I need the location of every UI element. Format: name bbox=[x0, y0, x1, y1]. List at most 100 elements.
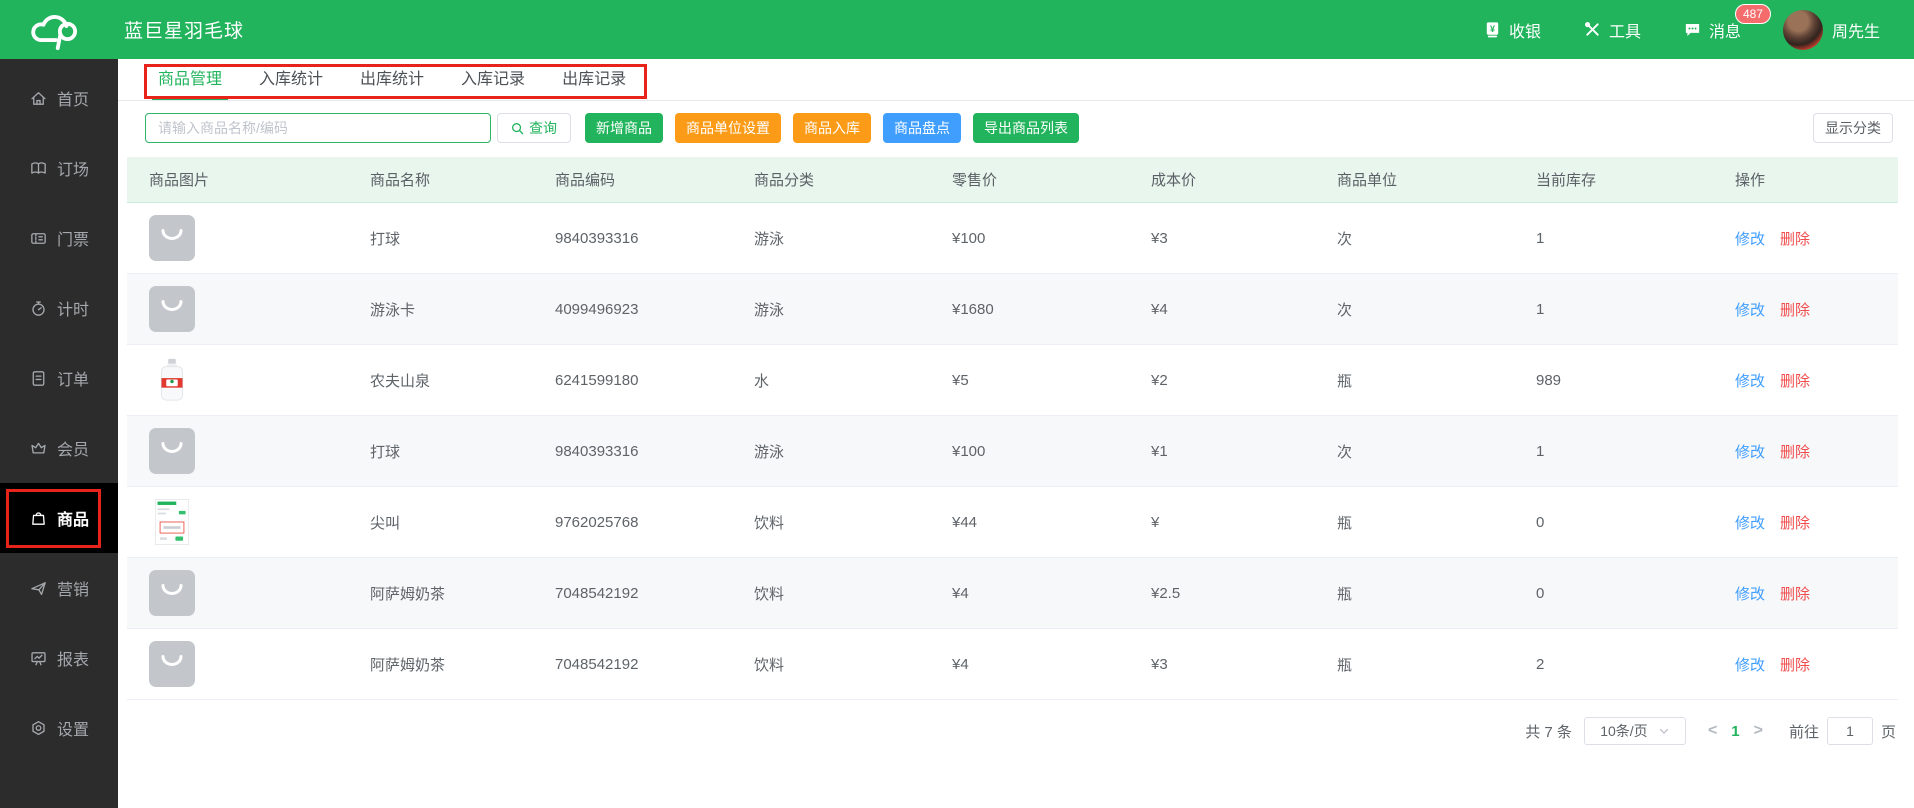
delete-link[interactable]: 删除 bbox=[1780, 441, 1810, 462]
column-header-name: 商品名称 bbox=[370, 172, 431, 189]
tab-outbound-stats[interactable]: 出库统计 bbox=[360, 59, 424, 100]
sidebar-item-timer[interactable]: 计时 bbox=[0, 273, 118, 343]
sidebar-item-report[interactable]: 报表 bbox=[0, 623, 118, 693]
sidebar-item-orders[interactable]: 订单 bbox=[0, 343, 118, 413]
cell-price: ¥44 bbox=[952, 513, 978, 531]
cell-stock: 2 bbox=[1536, 655, 1545, 673]
cell-name: 打球 bbox=[370, 443, 401, 461]
edit-link[interactable]: 修改 bbox=[1735, 583, 1765, 604]
show-category-button[interactable]: 显示分类 bbox=[1813, 113, 1893, 143]
sidebar-item-booking[interactable]: 订场 bbox=[0, 133, 118, 203]
cell-stock: 989 bbox=[1536, 371, 1562, 389]
cell-stock: 1 bbox=[1536, 229, 1545, 247]
products-table: 商品图片 商品名称 商品编码 商品分类 零售价 成本价 商品单位 当前库存 操作 打球 98403… bbox=[127, 157, 1898, 700]
add-product-button[interactable]: 新增商品 bbox=[585, 113, 663, 143]
tab-inbound-stats[interactable]: 入库统计 bbox=[259, 59, 323, 100]
table-row: 阿萨姆奶茶 7048542192 饮料 ¥4 ¥2.5 瓶 0 修改 删除 bbox=[127, 558, 1898, 629]
edit-link[interactable]: 修改 bbox=[1735, 441, 1765, 462]
search-input[interactable] bbox=[145, 113, 491, 143]
sidebar-item-label: 订场 bbox=[56, 162, 89, 179]
chevron-down-icon bbox=[1658, 725, 1670, 737]
crown-icon bbox=[29, 439, 48, 458]
tab-goods-management[interactable]: 商品管理 bbox=[151, 59, 229, 100]
tab-outbound-records[interactable]: 出库记录 bbox=[562, 59, 626, 100]
cell-price: ¥4 bbox=[952, 584, 969, 602]
search-button-label: 查询 bbox=[529, 120, 557, 136]
cashier-button[interactable]: ¥ 收银 bbox=[1483, 18, 1541, 42]
page-size-value: 10条/页 bbox=[1600, 723, 1648, 739]
cell-code: 9762025768 bbox=[555, 513, 639, 531]
ticket-icon bbox=[29, 229, 48, 248]
edit-link[interactable]: 修改 bbox=[1735, 512, 1765, 533]
main-content: 商品管理入库统计出库统计入库记录出库记录 查询 新增商品商品单位设置商品入库商品… bbox=[118, 59, 1914, 746]
cell-category: 游泳 bbox=[754, 443, 785, 461]
top-header: 蓝巨星羽毛球 ¥ 收银 工具 消息 487 周先生 bbox=[0, 0, 1914, 59]
delete-link[interactable]: 删除 bbox=[1780, 299, 1810, 320]
cell-name: 游泳卡 bbox=[370, 301, 416, 319]
cell-stock: 0 bbox=[1536, 513, 1545, 531]
delete-link[interactable]: 删除 bbox=[1780, 512, 1810, 533]
stocktake-button[interactable]: 商品盘点 bbox=[883, 113, 961, 143]
edit-link[interactable]: 修改 bbox=[1735, 228, 1765, 249]
cell-cost: ¥3 bbox=[1151, 655, 1168, 673]
cell-name: 阿萨姆奶茶 bbox=[370, 656, 446, 674]
sidebar-item-ticket[interactable]: 门票 bbox=[0, 203, 118, 273]
cell-actions: 修改 删除 bbox=[1713, 299, 1898, 320]
cell-price: ¥100 bbox=[952, 229, 986, 247]
app-root: 蓝巨星羽毛球 ¥ 收银 工具 消息 487 周先生 首页 订场 门票 计时 订单… bbox=[0, 0, 1914, 808]
paper-plane-icon bbox=[29, 579, 48, 598]
cell-name: 尖叫 bbox=[370, 514, 401, 532]
table-body: 打球 9840393316 游泳 ¥100 ¥3 次 1 修改 删除 游泳卡 4099496923 游… bbox=[127, 203, 1898, 700]
tab-inbound-records[interactable]: 入库记录 bbox=[461, 59, 525, 100]
edit-link[interactable]: 修改 bbox=[1735, 654, 1765, 675]
search-button[interactable]: 查询 bbox=[497, 113, 571, 143]
cell-stock: 0 bbox=[1536, 584, 1545, 602]
home-icon bbox=[29, 89, 48, 108]
bag-placeholder bbox=[149, 641, 195, 687]
bag-placeholder bbox=[149, 286, 195, 332]
brand-title: 蓝巨星羽毛球 bbox=[124, 21, 245, 42]
cell-image bbox=[127, 641, 348, 687]
sidebar-item-marketing[interactable]: 营销 bbox=[0, 553, 118, 623]
edit-link[interactable]: 修改 bbox=[1735, 299, 1765, 320]
document-icon bbox=[29, 369, 48, 388]
bag-icon bbox=[29, 509, 48, 528]
cell-unit: 瓶 bbox=[1337, 656, 1353, 674]
cell-unit: 次 bbox=[1337, 301, 1353, 319]
cell-cost: ¥2.5 bbox=[1151, 584, 1181, 602]
cell-unit: 瓶 bbox=[1337, 372, 1353, 390]
cell-image bbox=[127, 357, 348, 403]
prev-page-button[interactable]: < bbox=[1708, 722, 1717, 740]
cell-category: 游泳 bbox=[754, 301, 785, 319]
tools-button[interactable]: 工具 bbox=[1583, 18, 1641, 42]
delete-link[interactable]: 删除 bbox=[1780, 228, 1810, 249]
user-name: 周先生 bbox=[1831, 23, 1880, 41]
cell-unit: 瓶 bbox=[1337, 585, 1353, 603]
page-size-select[interactable]: 10条/页 bbox=[1583, 717, 1686, 745]
user-menu[interactable]: 周先生 bbox=[1782, 9, 1880, 50]
cell-price: ¥4 bbox=[952, 655, 969, 673]
delete-link[interactable]: 删除 bbox=[1780, 583, 1810, 604]
delete-link[interactable]: 删除 bbox=[1780, 370, 1810, 391]
current-page[interactable]: 1 bbox=[1731, 723, 1739, 740]
goto-page-input[interactable] bbox=[1826, 717, 1873, 745]
sidebar-item-member[interactable]: 会员 bbox=[0, 413, 118, 483]
sidebar-item-goods[interactable]: 商品 bbox=[0, 483, 118, 553]
sidebar-item-settings[interactable]: 设置 bbox=[0, 693, 118, 763]
tools-label: 工具 bbox=[1608, 23, 1641, 41]
bag-placeholder bbox=[149, 570, 195, 616]
user-avatar bbox=[1782, 9, 1823, 50]
sidebar-item-home[interactable]: 首页 bbox=[0, 63, 118, 133]
toolbar-buttons: 新增商品 商品单位设置 商品入库 商品盘点 导出商品列表 bbox=[585, 113, 1079, 143]
column-header-image: 商品图片 bbox=[149, 172, 210, 189]
edit-link[interactable]: 修改 bbox=[1735, 370, 1765, 391]
export-products-button[interactable]: 导出商品列表 bbox=[973, 113, 1079, 143]
message-count-badge: 487 bbox=[1734, 3, 1771, 24]
delete-link[interactable]: 删除 bbox=[1780, 654, 1810, 675]
water-bottle-photo bbox=[149, 357, 195, 403]
next-page-button[interactable]: > bbox=[1754, 722, 1763, 740]
unit-settings-button[interactable]: 商品单位设置 bbox=[675, 113, 781, 143]
cell-actions: 修改 删除 bbox=[1713, 441, 1898, 462]
messages-button[interactable]: 消息 487 bbox=[1683, 3, 1771, 42]
stock-in-button[interactable]: 商品入库 bbox=[793, 113, 871, 143]
